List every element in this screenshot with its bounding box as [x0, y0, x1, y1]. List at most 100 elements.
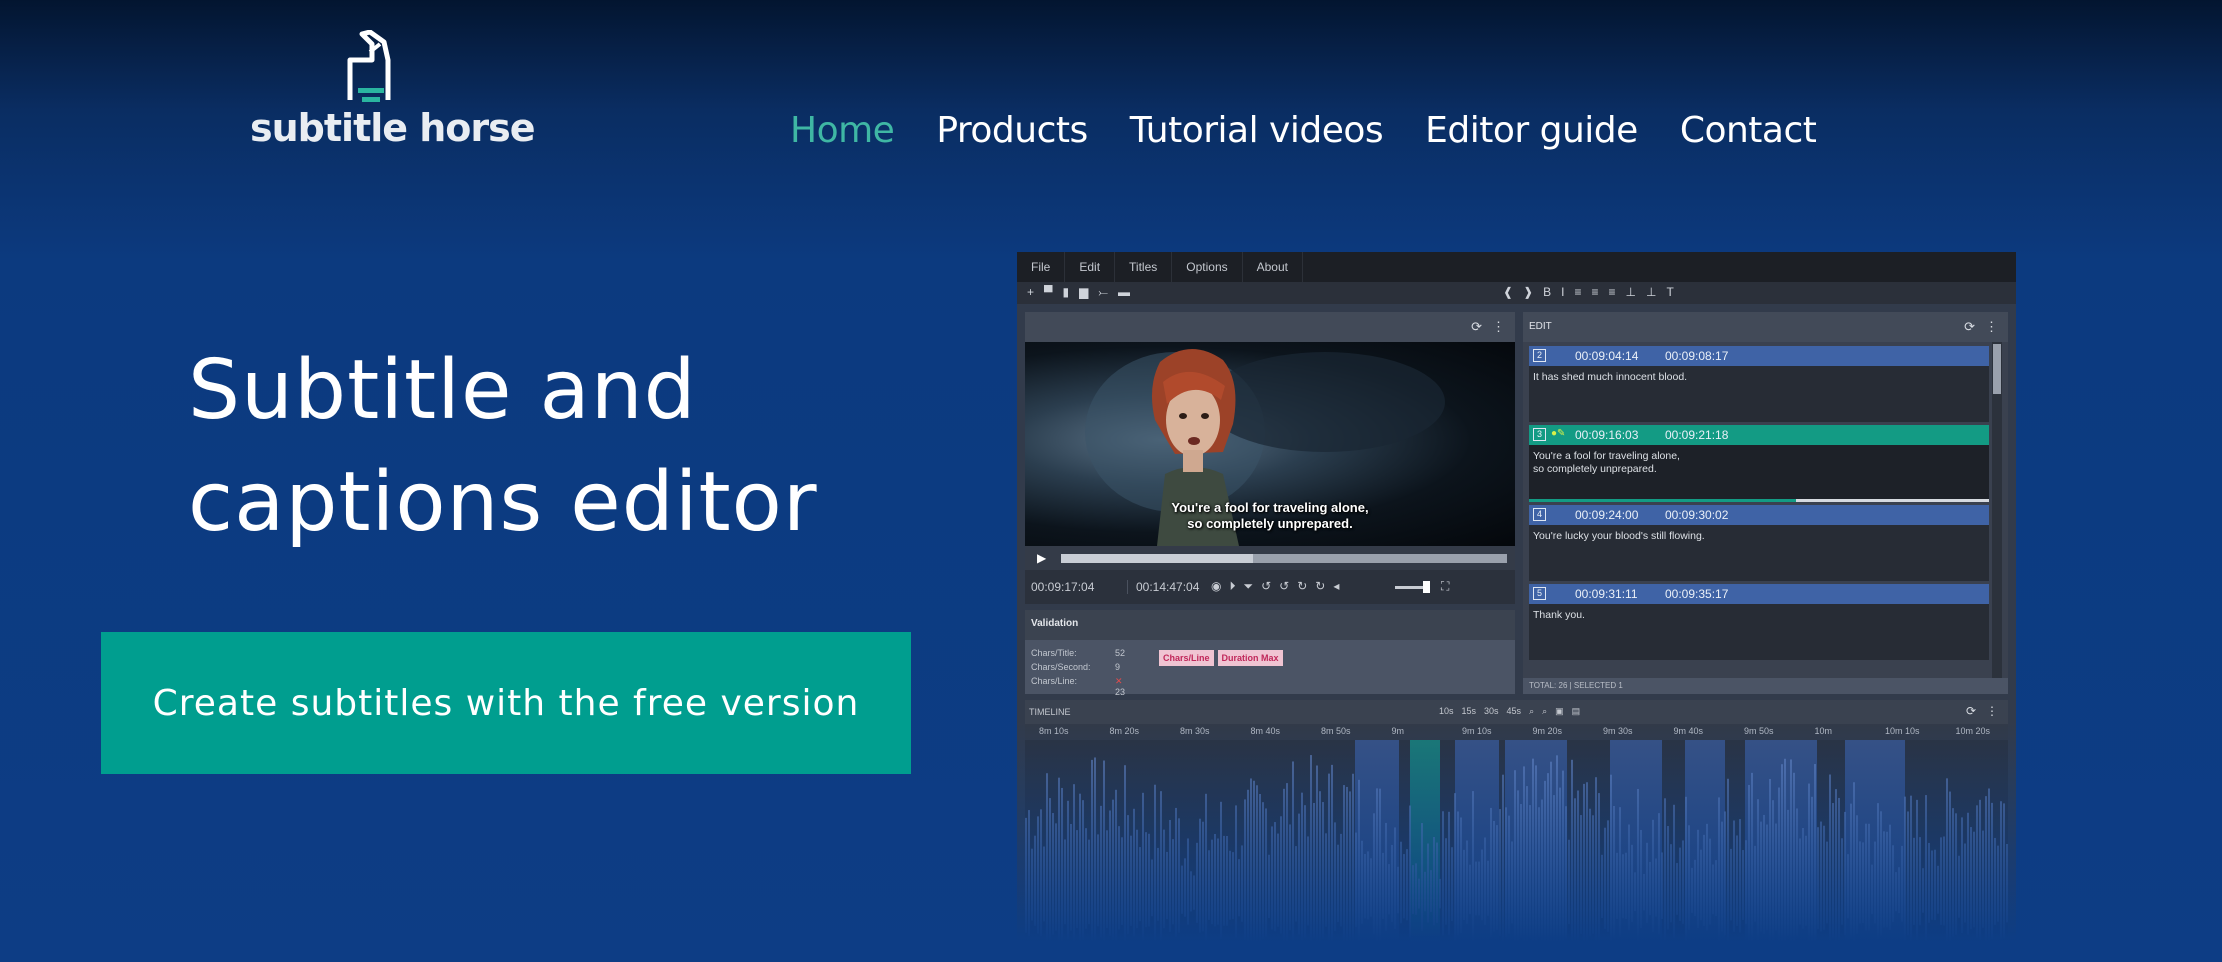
subtitle-number: 3 [1533, 428, 1546, 441]
waveform-bar [1457, 811, 1459, 936]
validation-row: Chars/Second: 9 [1031, 662, 1131, 672]
waveform-bar [1856, 815, 1858, 934]
waveform-bar [1892, 845, 1894, 922]
waveform-bar [1727, 778, 1729, 942]
waveform-bar [1991, 802, 1993, 939]
split-icon: ⤚ [1098, 285, 1108, 299]
waveform-bar [1889, 824, 1891, 931]
waveform-bar [1778, 787, 1780, 942]
align-right-icon: ≡ [1608, 285, 1616, 299]
time-in: 00:09:04:14 [1575, 349, 1639, 363]
waveform-bar [1469, 864, 1471, 915]
waveform-bar [1190, 871, 1192, 912]
logo[interactable]: subtitle horse [248, 30, 536, 155]
waveform-bar [1721, 821, 1723, 932]
waveform-bar [1613, 805, 1615, 938]
waveform-bar [1118, 826, 1120, 930]
nav-home[interactable]: Home [790, 110, 895, 151]
waveform-bar [1268, 854, 1270, 919]
create-subtitles-button[interactable]: Create subtitles with the free version [101, 632, 911, 774]
text-icon: T [1666, 285, 1674, 299]
waveform-bar [1550, 761, 1552, 942]
validation-value: 52 [1115, 648, 1126, 658]
nav-contact[interactable]: Contact [1680, 110, 1817, 151]
waveform-bar [1643, 873, 1645, 911]
ruler-label: 10m [1814, 726, 1833, 736]
waveform-bar [1334, 822, 1336, 932]
waveform-bar [1130, 835, 1132, 926]
waveform-bar [1217, 838, 1219, 925]
ruler-label: 8m 30s [1180, 726, 1210, 736]
waveform-bar [1775, 823, 1777, 931]
waveform-bar [1031, 848, 1033, 921]
position-middle-icon: ⊥ [1645, 285, 1657, 299]
waveform-bar [1871, 864, 1873, 915]
waveform-bar [1589, 808, 1591, 937]
waveform-bar [1976, 805, 1978, 938]
menu-edit: Edit [1065, 252, 1116, 282]
nav-products[interactable]: Products [936, 110, 1088, 151]
waveform-bar [1214, 833, 1216, 927]
validation-panel: Validation Chars/Title: 52 Chars/Second:… [1025, 610, 1515, 697]
waveform-bar [1838, 797, 1840, 941]
waveform-bar [1700, 849, 1702, 921]
edit-panel-header: EDIT ⟳ ⋮ [1523, 312, 2008, 342]
waveform-bar [1535, 765, 1537, 942]
nav-tutorial-videos[interactable]: Tutorial videos [1130, 110, 1384, 151]
validation-label: Chars/Title: [1031, 648, 1077, 658]
ruler-label: 8m 10s [1039, 726, 1069, 736]
waveform-bar [1883, 831, 1885, 928]
waveform-bar [1949, 791, 1951, 942]
waveform-bar [1499, 809, 1501, 937]
waveform-bar [1253, 780, 1255, 942]
zoom-option: 30s [1484, 706, 1499, 716]
nav-editor-guide[interactable]: Editor guide [1425, 110, 1638, 151]
subtitle-number: 4 [1533, 508, 1546, 521]
ruler-label: 10m 20s [1955, 726, 1991, 736]
waveform-bar [1100, 805, 1102, 938]
waveform-bar [1616, 852, 1618, 919]
waveform-bar [1067, 800, 1069, 940]
waveform-bar [1409, 805, 1411, 938]
waveform-bar [1109, 810, 1111, 936]
waveform-bar [1958, 855, 1960, 918]
waveform-bar [1802, 827, 1804, 929]
subtitle-entry: 4 00:09:24:00 00:09:30:02 You're lucky y… [1529, 505, 1989, 581]
waveform-bar [1205, 793, 1207, 942]
waveform-bar [1946, 778, 1948, 942]
volume-icon: ◂ [1333, 579, 1340, 593]
add-icon: + [1027, 285, 1035, 299]
waveform-bar [1430, 870, 1432, 912]
validation-badges: Chars/Line Duration Max [1159, 650, 1283, 666]
subtitle-number: 2 [1533, 349, 1546, 362]
waveform-bar [1319, 791, 1321, 942]
more-icon: ⋮ [1492, 319, 1505, 334]
waveform-bar [1247, 789, 1249, 942]
waveform-bar [1484, 837, 1486, 925]
scrub-progress [1061, 554, 1253, 563]
current-timecode: 00:09:17:04 [1031, 580, 1095, 594]
waveform-bar [1502, 774, 1504, 942]
waveform-bar [1730, 848, 1732, 921]
time-out: 00:09:30:02 [1665, 508, 1729, 522]
waveform-bar [1913, 837, 1915, 925]
waveform-bar [1505, 807, 1507, 938]
toolbar-left: + ▀ ▮ ▆ ⤚ ▬ [1027, 285, 1130, 300]
waveform-bar [1895, 872, 1897, 912]
waveform-bar [1376, 788, 1378, 942]
waveform-bar [1901, 845, 1903, 922]
ruler-label: 8m 20s [1109, 726, 1140, 736]
waveform-bar [1805, 835, 1807, 926]
waveform-bar [1076, 830, 1078, 928]
waveform-bar [1787, 809, 1789, 937]
waveform-bar [1718, 797, 1720, 942]
waveform-bar [1772, 800, 1774, 940]
waveform-bar [1919, 837, 1921, 926]
subtitle-duration-bar [1529, 499, 1989, 502]
transport-controls: ◉ ⏵ ⏷ ↺ ↺ ↻ ↻ ◂ [1211, 579, 1339, 594]
validation-value: ✕ 23 [1115, 676, 1131, 697]
waveform-bar [1331, 764, 1333, 942]
waveform-bar [1034, 835, 1036, 926]
waveform-bar [1121, 837, 1123, 926]
time-out: 00:09:08:17 [1665, 349, 1729, 363]
